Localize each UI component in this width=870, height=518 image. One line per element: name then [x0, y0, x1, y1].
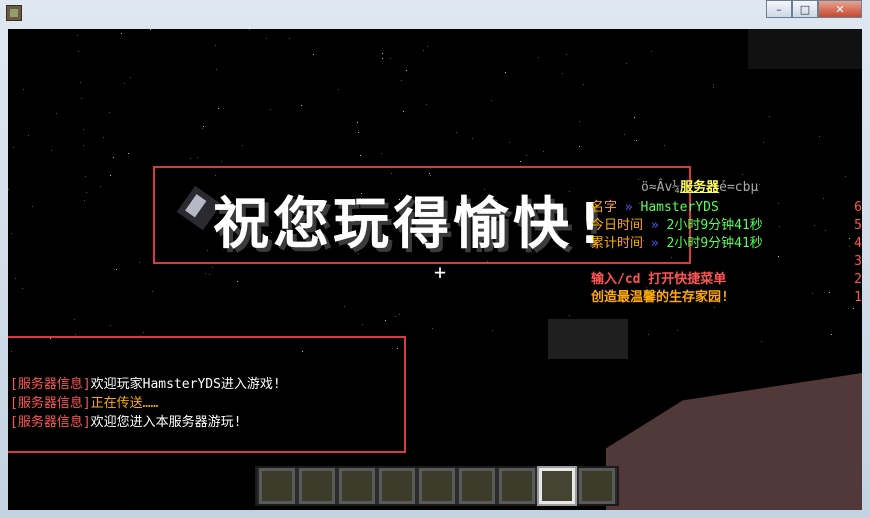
scoreboard-label: 累计时间: [591, 236, 644, 251]
chat-line: [服务器信息]正在传送……: [10, 394, 281, 413]
scoreboard-row-total-time: 累计时间 » 2小时9分钟41秒 4: [591, 235, 862, 253]
scoreboard-score: 4: [854, 236, 862, 251]
scoreboard-score: 3: [854, 254, 862, 269]
scoreboard-title-main: 服务器: [680, 180, 720, 195]
scoreboard-label: 今日时间: [591, 218, 644, 233]
scoreboard-row-blank: 3: [591, 253, 862, 271]
hotbar-slot[interactable]: [579, 468, 615, 504]
chat-log: [服务器信息]欢迎玩家HamsterYDS进入游戏! [服务器信息]正在传送………: [10, 375, 281, 432]
scoreboard-arrow: »: [650, 218, 659, 233]
scoreboard-value: HamsterYDS: [640, 200, 719, 215]
hotbar-slot[interactable]: [339, 468, 375, 504]
scoreboard-row-shortcut-tip: 输入/cd 打开快捷菜单 2: [591, 271, 862, 289]
welcome-title: 祝您玩得愉快!: [213, 192, 611, 257]
chat-prefix: [服务器信息]: [10, 396, 91, 411]
scoreboard-title-garbled-right: é=cbµ: [719, 180, 759, 195]
minimize-button[interactable]: –: [766, 0, 792, 18]
game-viewport[interactable]: 祝您玩得愉快! + ö≈Âv¼服务器é=cbµ 名字 » HamsterYDS …: [8, 29, 862, 510]
hotbar-slot-selected[interactable]: [537, 466, 577, 506]
pink-block-terrain: [606, 373, 862, 510]
scoreboard-title-garbled-left: ö≈Âv¼: [641, 180, 681, 195]
hotbar-slot[interactable]: [259, 468, 295, 504]
scoreboard-row-slogan: 创造最温馨的生存家园! 1: [591, 289, 862, 307]
scoreboard-score: 1: [854, 290, 862, 305]
hotbar-slot[interactable]: [379, 468, 415, 504]
scoreboard-slogan-text: 创造最温馨的生存家园!: [591, 290, 729, 305]
chat-message: 欢迎您进入本服务器游玩!: [90, 415, 242, 430]
hotbar-slot[interactable]: [499, 468, 535, 504]
terrain-block: [548, 319, 628, 359]
terrain-block: [748, 29, 862, 69]
chat-message: 正在传送……: [90, 396, 159, 411]
window-controls: – □ ✕: [766, 0, 862, 20]
chat-message: 欢迎玩家HamsterYDS进入游戏!: [90, 377, 281, 392]
scoreboard-value: 2小时9分钟41秒: [666, 236, 763, 251]
scoreboard-tip-text: 输入/cd 打开快捷菜单: [591, 272, 727, 287]
scoreboard-value: 2小时9分钟41秒: [666, 218, 763, 233]
game-window: – □ ✕ 祝您玩得愉快! + ö≈Âv¼服务器é=cbµ 名字 » Hamst…: [0, 0, 870, 518]
scoreboard-label: 名字: [591, 200, 618, 215]
scoreboard-arrow: »: [650, 236, 659, 251]
chat-prefix: [服务器信息]: [10, 377, 91, 392]
scoreboard-row-today-time: 今日时间 » 2小时9分钟41秒 5: [591, 217, 862, 235]
scoreboard-arrow: »: [624, 200, 633, 215]
crosshair-icon: +: [434, 260, 447, 284]
scoreboard-title: ö≈Âv¼服务器é=cbµ: [641, 179, 758, 197]
maximize-button[interactable]: □: [792, 0, 818, 18]
scoreboard-score: 5: [854, 218, 862, 233]
minecraft-app-icon[interactable]: [6, 5, 22, 21]
hotbar-slot[interactable]: [459, 468, 495, 504]
close-button[interactable]: ✕: [818, 0, 862, 18]
hotbar-slot[interactable]: [299, 468, 335, 504]
hotbar[interactable]: [255, 466, 619, 506]
scoreboard-score: 6: [854, 200, 862, 215]
chat-line: [服务器信息]欢迎玩家HamsterYDS进入游戏!: [10, 375, 281, 394]
scoreboard-score: 2: [854, 272, 862, 287]
chat-line: [服务器信息]欢迎您进入本服务器游玩!: [10, 413, 281, 432]
chat-prefix: [服务器信息]: [10, 415, 91, 430]
scoreboard-row-name: 名字 » HamsterYDS 6: [591, 199, 862, 217]
hotbar-slot[interactable]: [419, 468, 455, 504]
